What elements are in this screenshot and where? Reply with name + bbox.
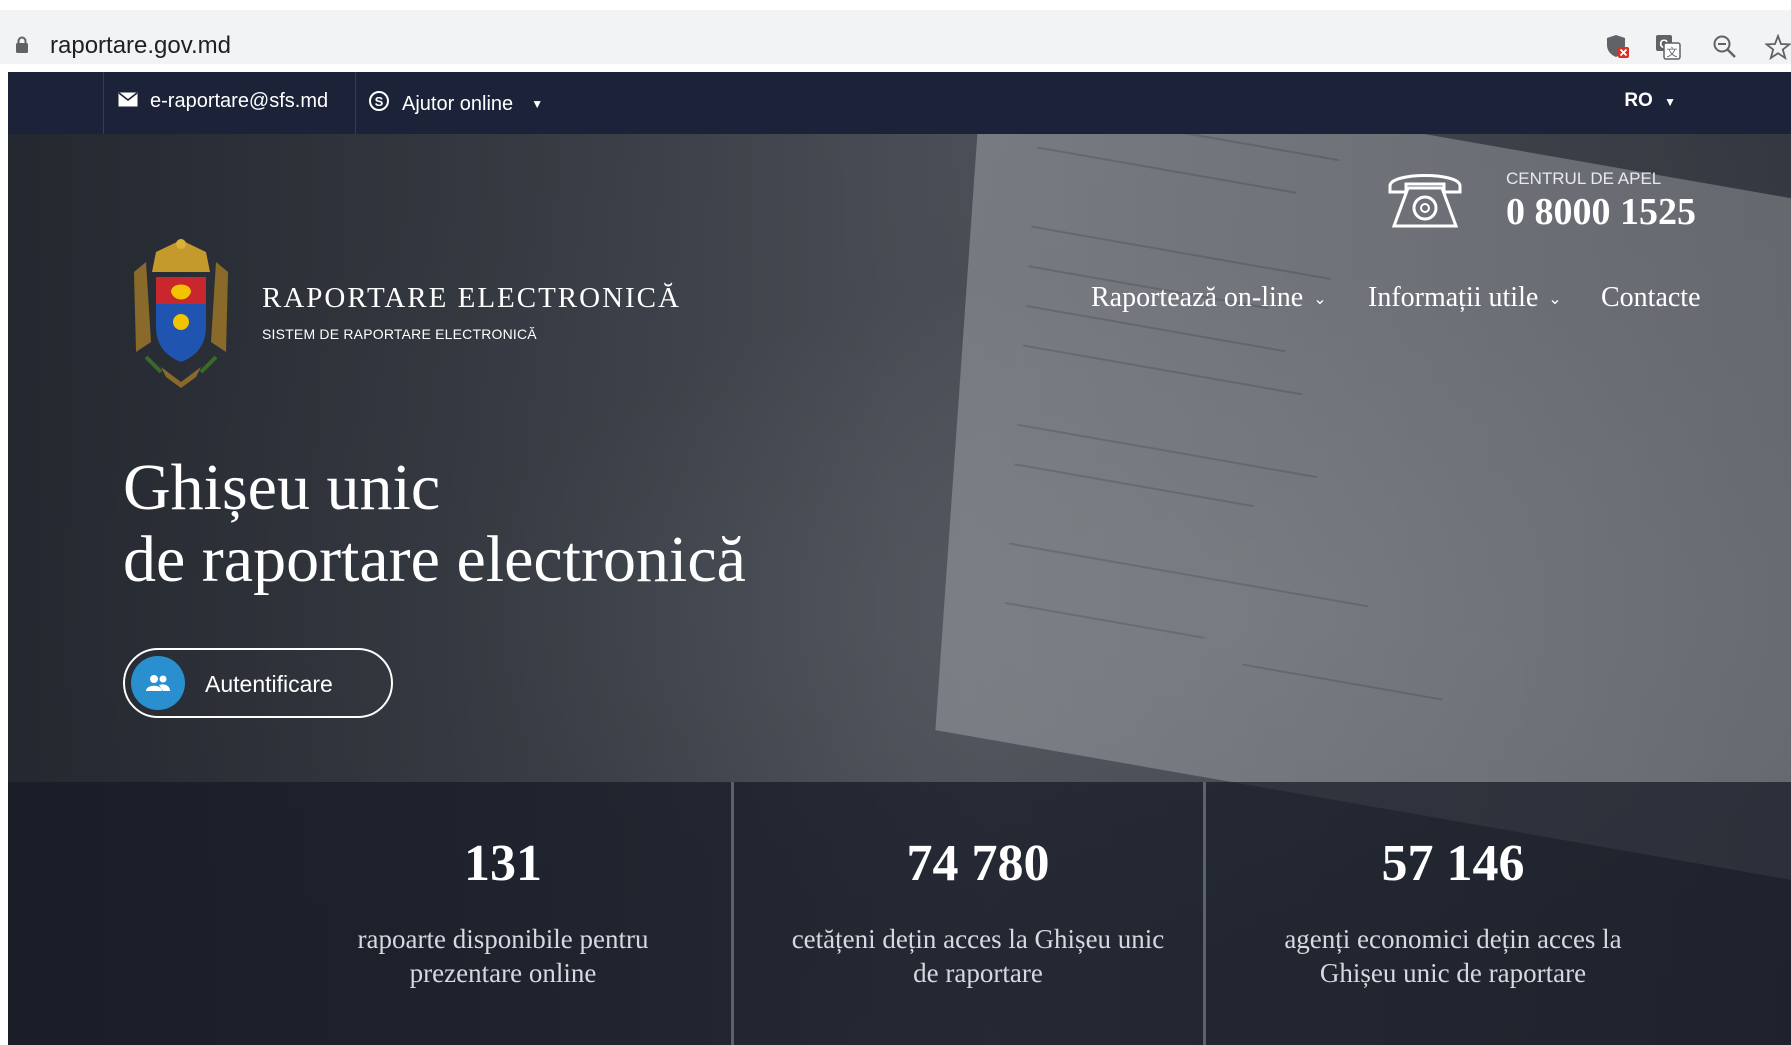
shield-blocked-icon[interactable]	[1603, 32, 1633, 62]
stat-citizens: 74 780 cetățeni dețin acces la Ghișeu un…	[743, 782, 1213, 1045]
stat-description-line: rapoarte disponibile pentru	[357, 924, 649, 954]
svg-text:文: 文	[1667, 45, 1678, 59]
help-label: Ajutor online	[402, 92, 514, 115]
top-utility-bar: e-raportare@sfs.md S Ajutor online ▼ RO …	[8, 72, 1791, 134]
page: e-raportare@sfs.md S Ajutor online ▼ RO …	[8, 72, 1791, 1045]
nav-raporteaza[interactable]: Raportează on-line ⌄	[1091, 282, 1327, 314]
zoom-out-icon[interactable]	[1710, 32, 1740, 62]
stat-number: 131	[464, 835, 542, 892]
stats-band: 131 rapoarte disponibile pentru prezenta…	[8, 782, 1791, 1045]
nav-label: Contacte	[1601, 282, 1701, 313]
chevron-down-icon: ⌄	[1548, 288, 1562, 308]
stat-description-line: Ghișeu unic de raportare	[1319, 958, 1587, 988]
stat-description-line: cetățeni dețin acces la Ghișeu unic	[791, 924, 1165, 954]
authentication-label: Autentificare	[205, 671, 333, 697]
stat-description-line: prezentare online	[409, 958, 597, 988]
users-icon	[131, 656, 185, 710]
svg-text:S: S	[375, 94, 384, 109]
chevron-down-icon: ⌄	[1313, 288, 1327, 308]
stat-number: 74 780	[906, 835, 1050, 892]
envelope-icon	[118, 90, 138, 113]
nav-label: Raportează on-line	[1091, 282, 1304, 313]
brand-title: RAPORTARE ELECTRONICĂ	[262, 282, 681, 314]
caret-down-icon: ▼	[531, 97, 544, 111]
browser-bar: raportare.gov.md G文	[0, 0, 1791, 72]
language-selector[interactable]: RO ▼	[1624, 90, 1676, 112]
stat-companies: 57 146 agenți economici dețin acces la G…	[1218, 782, 1688, 1045]
translate-icon[interactable]: G文	[1653, 32, 1683, 62]
telephone-icon	[1386, 164, 1464, 235]
stat-description-line: de raportare	[913, 958, 1043, 988]
email-text: e-raportare@sfs.md	[150, 90, 329, 112]
email-link[interactable]: e-raportare@sfs.md	[118, 90, 328, 113]
skype-icon: S	[368, 90, 390, 118]
stat-divider	[731, 782, 734, 1045]
stat-reports: 131 rapoarte disponibile pentru prezenta…	[278, 782, 728, 1045]
nav-label: Informații utile	[1368, 282, 1539, 313]
stat-description: agenți economici dețin acces la Ghișeu u…	[1218, 922, 1688, 990]
callcenter-phone[interactable]: 0 8000 1525	[1506, 190, 1696, 234]
caret-down-icon: ▼	[1664, 95, 1676, 109]
coat-of-arms-logo[interactable]	[126, 232, 236, 397]
hero-headline-line2: de raportare electronică	[123, 523, 746, 596]
authentication-button[interactable]: Autentificare	[123, 648, 393, 718]
stat-description-line: agenți economici dețin acces la	[1284, 924, 1622, 954]
stat-number: 57 146	[1381, 835, 1525, 892]
stat-divider	[1203, 782, 1206, 1045]
hero-headline-line1: Ghișeu unic	[123, 451, 441, 524]
stat-description: rapoarte disponibile pentru prezentare o…	[278, 922, 728, 990]
help-dropdown[interactable]: S Ajutor online ▼	[368, 90, 543, 118]
nav-informatii-utile[interactable]: Informații utile ⌄	[1368, 282, 1562, 314]
stat-description: cetățeni dețin acces la Ghișeu unic de r…	[743, 922, 1213, 990]
lock-icon[interactable]	[15, 36, 29, 59]
address-bar[interactable]: raportare.gov.md G文	[0, 10, 1791, 64]
hero-headline: Ghișeu unic de raportare electronică	[123, 452, 746, 596]
url-text[interactable]: raportare.gov.md	[50, 32, 231, 60]
language-label: RO	[1624, 90, 1653, 111]
callcenter-label: CENTRUL DE APEL	[1506, 169, 1662, 188]
nav-contacte[interactable]: Contacte	[1601, 282, 1701, 314]
bookmark-star-icon[interactable]	[1763, 32, 1791, 62]
brand-subtitle: SISTEM DE RAPORTARE ELECTRONICĂ	[262, 326, 537, 342]
